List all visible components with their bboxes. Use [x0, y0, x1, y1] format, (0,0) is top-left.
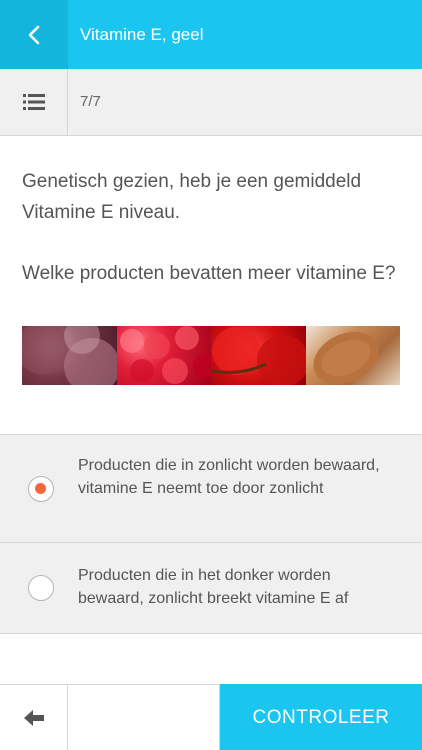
previous-question-button[interactable]: [0, 685, 68, 750]
check-answer-button[interactable]: CONTROLEER: [220, 684, 422, 750]
answer-option-label: Producten die in het donker worden bewaa…: [78, 567, 349, 607]
header-bar: Vitamine E, geel: [0, 0, 422, 69]
radio-button-selected[interactable]: [28, 476, 54, 502]
question-prompt: Welke producten bevatten meer vitamine E…: [22, 263, 396, 284]
genetic-statement: Genetisch gezien, heb je een gemiddeld V…: [22, 171, 362, 223]
footer-bar: CONTROLEER: [0, 684, 422, 750]
question-content: Genetisch gezien, heb je een gemiddeld V…: [22, 166, 402, 289]
answer-option-dark[interactable]: Producten die in het donker worden bewaa…: [0, 543, 422, 634]
raspberries-image: [116, 326, 211, 385]
question-progress: 7/7: [80, 93, 101, 110]
arrow-left-icon: [23, 710, 44, 726]
answer-options: Producten die in zonlicht worden bewaard…: [0, 434, 422, 634]
radio-selected-dot: [35, 483, 46, 494]
almonds-image: [305, 326, 400, 385]
question-list-button[interactable]: [0, 69, 68, 135]
page-title: Vitamine E, geel: [80, 25, 204, 44]
list-icon: [22, 94, 45, 110]
food-image-strip: [22, 326, 400, 385]
answer-option-sunlight[interactable]: Producten die in zonlicht worden bewaard…: [0, 435, 422, 543]
grapes-image: [22, 326, 117, 385]
chevron-left-icon: [28, 25, 40, 44]
radio-button[interactable]: [28, 575, 54, 601]
answer-option-label: Producten die in zonlicht worden bewaard…: [78, 457, 380, 497]
footer-spacer: [68, 685, 220, 750]
cherries-image: [211, 326, 306, 385]
back-button[interactable]: [0, 0, 68, 69]
question-subbar: 7/7: [0, 69, 422, 136]
